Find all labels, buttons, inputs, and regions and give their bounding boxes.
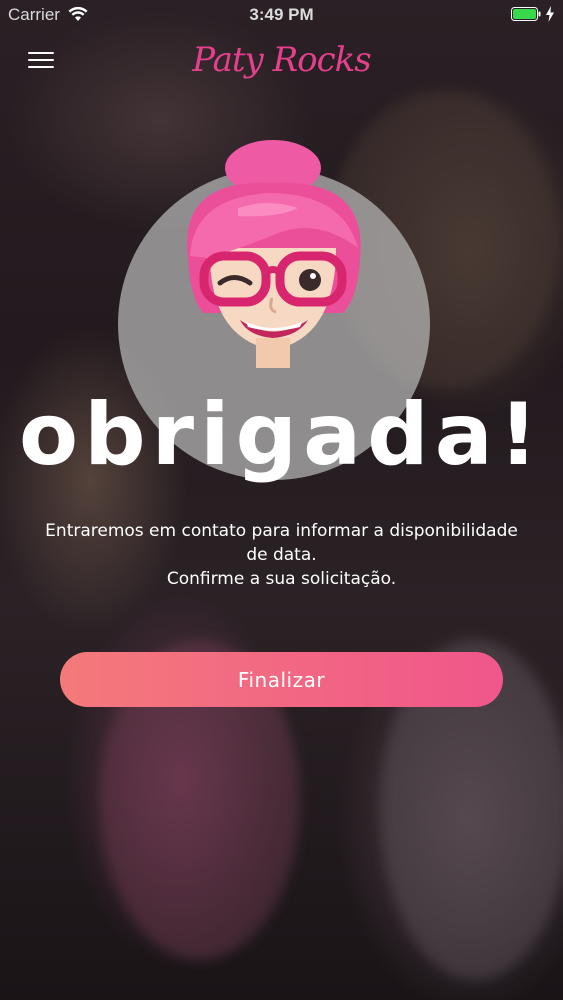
- thank-you-title: obrigada!: [19, 385, 544, 485]
- status-bar: Carrier 3:49 PM: [0, 0, 563, 30]
- brand-logo: Paty Rocks: [192, 40, 371, 80]
- message-line: de data.: [246, 545, 317, 565]
- charging-bolt-icon: [546, 6, 554, 22]
- battery-icon: [511, 7, 541, 21]
- clock: 3:49 PM: [249, 5, 314, 24]
- screen: Carrier 3:49 PM Paty Rocks obrigada! Ent…: [0, 0, 563, 1000]
- paty-cartoon-avatar: [187, 140, 361, 368]
- confirmation-message: Entraremos em contato para informar a di…: [30, 519, 533, 591]
- message-line: Confirme a sua solicitação.: [166, 569, 397, 589]
- finish-button[interactable]: Finalizar: [60, 652, 503, 707]
- message-line: Entraremos em contato para informar a di…: [45, 521, 518, 541]
